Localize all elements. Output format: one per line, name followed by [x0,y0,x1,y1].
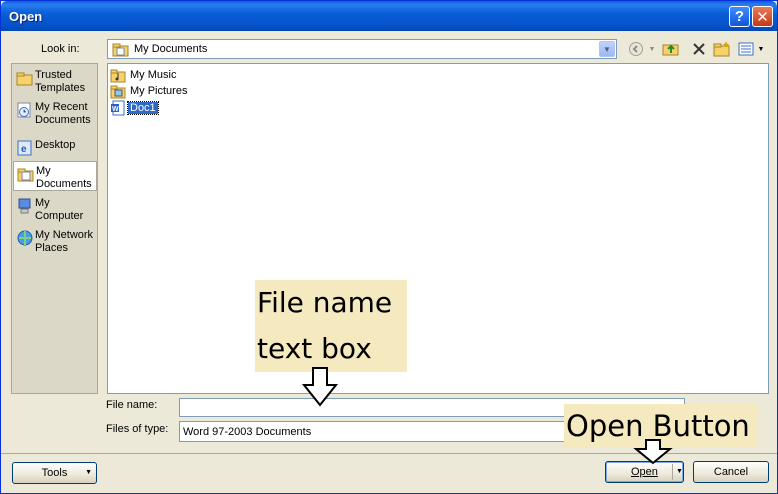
file-name: Doc1 [127,101,159,115]
back-icon[interactable] [627,39,645,59]
tools-label: Tools [41,467,68,479]
file-name-label: File name: [106,399,158,411]
annotation-text: File name [257,286,393,319]
place-my-documents[interactable]: My Documents [13,161,97,191]
dialog-title: Open [9,9,43,24]
split-divider [672,464,673,480]
place-trusted-templates[interactable]: Trusted Templates [13,66,97,96]
close-button[interactable]: ✕ [752,6,773,27]
place-label: Desktop [35,139,76,151]
down-arrow-icon [633,439,673,465]
annotation-text: Open Button [566,409,750,443]
network-places-icon [17,230,33,246]
views-dropdown-icon[interactable]: ▼ [756,39,766,59]
file-list[interactable]: My Music My Pictures W Doc1 [107,63,769,394]
views-icon[interactable] [737,39,755,59]
title-bar[interactable]: Open ? ✕ [1,1,777,31]
help-icon: ? [734,8,745,25]
look-in-label: Look in: [41,43,80,55]
places-bar: Trusted Templates My Recent Documents e … [11,63,98,394]
pictures-folder-icon [110,85,126,99]
place-label: My Documents [36,165,92,190]
my-computer-icon [18,198,31,214]
list-item-my-music[interactable]: My Music [110,67,178,83]
list-item-doc1[interactable]: W Doc1 [110,100,159,116]
down-arrow-icon [301,367,339,407]
svg-text:e: e [21,144,27,155]
open-label: Open [631,466,658,478]
open-dialog: Open ? ✕ Look in: My Documents ▼ ▼ ▼ Tru… [0,0,778,494]
place-label: My Recent Documents [35,101,91,126]
chevron-down-icon: ▼ [85,469,92,476]
tools-button[interactable]: Tools ▼ [12,462,97,484]
place-label: My Network Places [35,229,94,254]
delete-icon[interactable] [689,39,709,59]
recent-documents-icon [17,102,31,118]
place-label: Trusted Templates [35,69,86,94]
file-name: My Pictures [130,85,188,97]
svg-text:W: W [112,106,119,113]
help-button[interactable]: ? [729,6,750,27]
look-in-value: My Documents [134,43,208,55]
annotation-file-name: File name text box [255,280,407,372]
place-label: My Computer [35,197,84,222]
close-icon: ✕ [756,8,769,26]
folder-icon [16,72,33,86]
my-documents-icon [17,168,34,182]
file-name: My Music [130,69,177,81]
cancel-label: Cancel [713,466,749,478]
place-my-network-places[interactable]: My Network Places [13,226,97,256]
file-type-label: Files of type: [106,423,169,435]
look-in-dropdown[interactable]: My Documents ▼ [107,39,617,59]
file-type-value: Word 97-2003 Documents [183,426,312,438]
word-document-icon: W [111,100,125,116]
open-dropdown-icon[interactable]: ▼ [676,468,683,475]
chevron-down-icon[interactable]: ▼ [599,41,615,57]
list-item-my-pictures[interactable]: My Pictures [110,83,189,99]
place-my-recent-documents[interactable]: My Recent Documents [13,98,97,128]
up-folder-icon[interactable] [661,39,681,59]
annotation-text: text box [257,332,372,365]
desktop-icon: e [17,140,32,156]
my-documents-icon [112,43,129,57]
new-folder-icon[interactable] [712,39,732,59]
music-folder-icon [110,69,126,83]
cancel-button[interactable]: Cancel [693,461,769,483]
back-dropdown-icon[interactable]: ▼ [647,39,657,59]
place-my-computer[interactable]: My Computer [13,194,97,224]
